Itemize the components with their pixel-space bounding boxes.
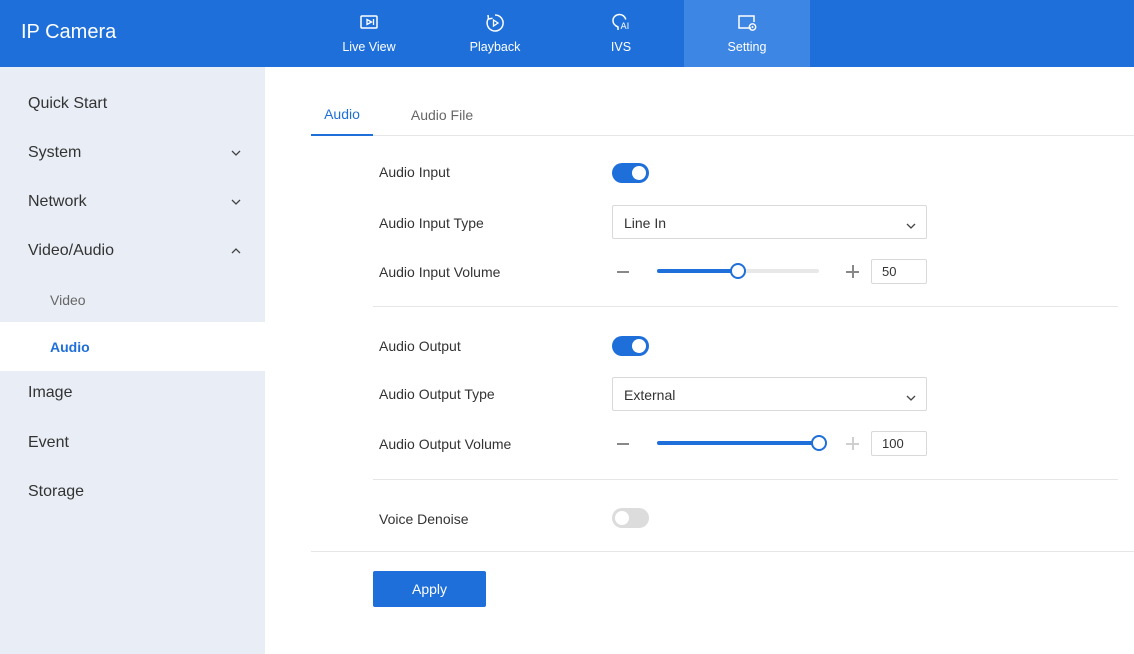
sidebar-item-label: Video/Audio xyxy=(28,241,114,259)
tab-label: Audio File xyxy=(410,107,474,123)
nav-label: Setting xyxy=(727,40,767,54)
nav-playback[interactable]: Playback xyxy=(432,0,558,67)
sidebar-subitem-label: Video xyxy=(50,291,86,308)
audio-input-volume-decrease[interactable] xyxy=(617,271,629,273)
audio-input-volume-value[interactable]: 50 xyxy=(871,259,927,284)
audio-input-volume-slider[interactable] xyxy=(657,263,819,279)
chevron-up-icon xyxy=(231,226,241,275)
audio-input-label: Audio Input xyxy=(379,164,450,180)
sidebar-item-label: System xyxy=(28,143,82,161)
sidebar-item-system[interactable]: System xyxy=(0,128,265,177)
svg-text:AI: AI xyxy=(621,22,630,32)
sidebar-item-video-audio[interactable]: Video/Audio xyxy=(0,226,265,275)
slider-handle[interactable] xyxy=(811,435,827,451)
tab-label: Audio xyxy=(324,106,360,122)
sidebar-item-quick-start[interactable]: Quick Start xyxy=(0,79,265,128)
audio-output-volume-decrease[interactable] xyxy=(617,443,629,445)
tab-bar: Audio Audio File xyxy=(311,94,1134,136)
sidebar: Quick Start System Network Video/Audio V… xyxy=(0,67,265,654)
tab-audio-file[interactable]: Audio File xyxy=(399,94,485,136)
nav-live-view[interactable]: Live View xyxy=(306,0,432,67)
audio-output-volume-slider[interactable] xyxy=(657,435,827,451)
sidebar-item-label: Event xyxy=(28,433,69,451)
toggle-knob xyxy=(632,339,646,353)
tab-audio[interactable]: Audio xyxy=(311,94,373,136)
nav-label: Playback xyxy=(469,40,521,54)
nav-ivs[interactable]: AI IVS xyxy=(558,0,684,67)
sidebar-item-image[interactable]: Image xyxy=(0,368,265,417)
chevron-down-icon xyxy=(231,128,241,177)
ivs-icon: AI xyxy=(612,13,630,32)
setting-icon xyxy=(738,15,757,31)
sidebar-item-label: Storage xyxy=(28,482,85,500)
audio-output-label: Audio Output xyxy=(379,338,461,354)
chevron-down-icon xyxy=(231,177,241,226)
footer-divider xyxy=(311,551,1134,552)
sidebar-item-label: Quick Start xyxy=(28,94,108,112)
audio-input-toggle[interactable] xyxy=(612,163,649,183)
select-value: Line In xyxy=(624,215,667,231)
audio-input-volume-label: Audio Input Volume xyxy=(379,264,501,280)
nav-setting[interactable]: Setting xyxy=(684,0,810,67)
chevron-down-icon xyxy=(906,388,916,406)
app-title: IP Camera xyxy=(21,21,117,43)
voice-denoise-label: Voice Denoise xyxy=(379,511,469,527)
toggle-knob xyxy=(632,166,646,180)
audio-output-type-label: Audio Output Type xyxy=(379,386,495,402)
audio-output-type-select[interactable]: External xyxy=(612,377,927,411)
sidebar-item-label: Network xyxy=(28,192,87,210)
audio-input-volume-increase[interactable] xyxy=(846,265,859,278)
sidebar-item-network[interactable]: Network xyxy=(0,177,265,226)
sidebar-subitem-audio[interactable]: Audio xyxy=(0,322,265,371)
apply-button[interactable]: Apply xyxy=(373,571,486,607)
audio-output-volume-increase[interactable] xyxy=(846,437,859,450)
audio-input-type-select[interactable]: Line In xyxy=(612,205,927,239)
select-value: External xyxy=(624,387,676,403)
chevron-down-icon xyxy=(906,216,916,234)
slider-handle[interactable] xyxy=(730,263,746,279)
toggle-knob xyxy=(615,511,629,525)
section-divider xyxy=(373,479,1118,480)
audio-output-volume-label: Audio Output Volume xyxy=(379,436,512,452)
audio-output-toggle[interactable] xyxy=(612,336,649,356)
live-view-icon xyxy=(360,15,378,29)
section-divider xyxy=(373,306,1118,307)
sidebar-item-label: Image xyxy=(28,383,73,401)
playback-icon xyxy=(486,14,504,32)
slider-fill xyxy=(657,269,738,273)
slider-fill xyxy=(657,441,819,445)
nav-label: Live View xyxy=(342,40,396,54)
sidebar-item-event[interactable]: Event xyxy=(0,418,265,467)
audio-input-type-label: Audio Input Type xyxy=(379,215,484,231)
main-nav: Live View Playback AI IVS Setting xyxy=(306,0,810,67)
audio-output-volume-value[interactable]: 100 xyxy=(871,431,927,456)
nav-label: IVS xyxy=(610,40,632,54)
top-bar: IP Camera Live View Playback AI IVS Sett… xyxy=(0,0,1134,67)
voice-denoise-toggle[interactable] xyxy=(612,508,649,528)
sidebar-subitem-video[interactable]: Video xyxy=(0,275,265,324)
sidebar-item-storage[interactable]: Storage xyxy=(0,467,265,516)
sidebar-subitem-label: Audio xyxy=(50,338,90,355)
